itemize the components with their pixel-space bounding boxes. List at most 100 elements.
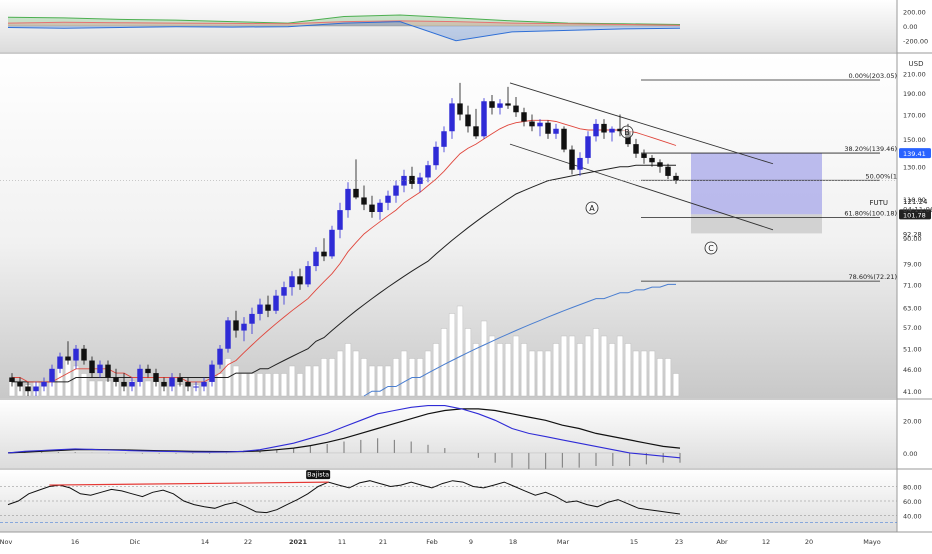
osc-axis-tick: -200.00 (903, 38, 928, 46)
candle-up (449, 103, 455, 132)
volume-bar (576, 343, 584, 397)
candle-up (305, 266, 311, 285)
price-axis-tick: 150.00 (903, 136, 926, 144)
volume-bar (248, 373, 256, 397)
volume-bar (440, 328, 448, 397)
candle-up (257, 304, 263, 314)
time-axis-tick: 21 (379, 538, 387, 546)
volume-bar (504, 343, 512, 397)
price-axis[interactable] (897, 0, 932, 550)
last-price-label: 121.24 (903, 198, 928, 206)
volume-bar (520, 343, 528, 397)
volume-bar (608, 343, 616, 397)
time-axis-tick: Mayo (863, 538, 880, 546)
bearish-badge: Bajista (307, 471, 329, 479)
candle-up (577, 157, 583, 170)
volume-bar (392, 358, 400, 397)
candle-up (225, 320, 231, 349)
volume-bar (664, 358, 672, 397)
price-tag: 92.28 (903, 230, 922, 238)
rsi-axis-tick: 40.00 (903, 513, 922, 521)
candle-up (393, 185, 399, 196)
candle-up (537, 122, 543, 127)
candle-down (505, 103, 511, 106)
candle-up (73, 348, 79, 361)
volume-bar (544, 350, 552, 397)
candle-down (321, 251, 327, 257)
candle-down (153, 373, 159, 382)
symbol-label: FUTU (869, 199, 888, 207)
volume-bar (336, 350, 344, 397)
volume-bar (288, 365, 296, 397)
price-axis-tick: 71.00 (903, 281, 922, 289)
volume-bar (616, 335, 624, 397)
candle-down (361, 197, 367, 205)
candle-down (657, 162, 663, 167)
candle-down (177, 377, 183, 382)
candle-up (33, 386, 39, 392)
volume-bar (536, 350, 544, 397)
wave-label: C (708, 244, 714, 253)
volume-bar (360, 358, 368, 397)
volume-bar (264, 373, 272, 397)
volume-bar (272, 373, 280, 397)
candle-down (161, 381, 167, 387)
candle-up (497, 103, 503, 108)
countdown-label: 04:11:06 (903, 206, 932, 214)
volume-bar (528, 350, 536, 397)
volume-bar (672, 373, 680, 397)
price-axis-tick: 210.00 (903, 70, 926, 78)
volume-bar (656, 358, 664, 397)
candle-down (409, 175, 415, 184)
volume-bar (592, 328, 600, 397)
candle-down (673, 175, 679, 181)
candle-up (433, 146, 439, 166)
candle-down (513, 105, 519, 113)
trading-chart[interactable]: 0.00%(203.05) 38.20%(139.46) 50.00%(1 61.80… (0, 0, 932, 550)
time-axis-tick: Nov (0, 538, 12, 546)
candle-up (553, 128, 559, 134)
time-axis-tick: 23 (675, 538, 683, 546)
candle-down (145, 368, 151, 374)
candle-down (89, 360, 95, 374)
price-axis-tick: 41.00 (903, 388, 922, 396)
candle-up (97, 364, 103, 374)
candle-up (129, 381, 135, 387)
osc-axis-tick: 0.00 (903, 23, 917, 31)
candle-down (457, 103, 463, 115)
price-axis-tick: 190.00 (903, 90, 926, 98)
candle-up (585, 136, 591, 158)
volume-bar (464, 328, 472, 397)
candle-up (385, 195, 391, 203)
volume-bar (312, 365, 320, 397)
candle-down (529, 121, 535, 127)
volume-bar (96, 380, 104, 397)
volume-bar (320, 358, 328, 397)
volume-bar (456, 305, 464, 397)
fib-level-label: 61.80%(100.18) (844, 209, 897, 217)
fib-level-label: 50.00%(1 (866, 172, 897, 180)
candle-up (481, 101, 487, 137)
volume-bar (88, 380, 96, 397)
candle-down (633, 144, 639, 154)
volume-bar (584, 335, 592, 397)
candle-down (641, 153, 647, 158)
price-axis-tick: 57.00 (903, 324, 922, 332)
volume-bar (488, 335, 496, 397)
currency-label: USD (909, 60, 924, 68)
candle-up (289, 276, 295, 288)
candle-up (609, 128, 615, 133)
volume-bar (512, 335, 520, 397)
candle-down (521, 112, 527, 122)
wave-label: B (624, 128, 630, 137)
candle-up (377, 202, 383, 213)
volume-bar (232, 365, 240, 397)
volume-bar (600, 335, 608, 397)
volume-bar (352, 350, 360, 397)
time-axis-tick: Dic (130, 538, 141, 546)
chart-canvas[interactable]: 0.00%(203.05) 38.20%(139.46) 50.00%(1 61.80… (0, 0, 932, 550)
price-axis-tick: 51.00 (903, 346, 922, 354)
volume-bar (568, 335, 576, 397)
candle-down (81, 348, 87, 361)
candle-up (241, 323, 247, 331)
